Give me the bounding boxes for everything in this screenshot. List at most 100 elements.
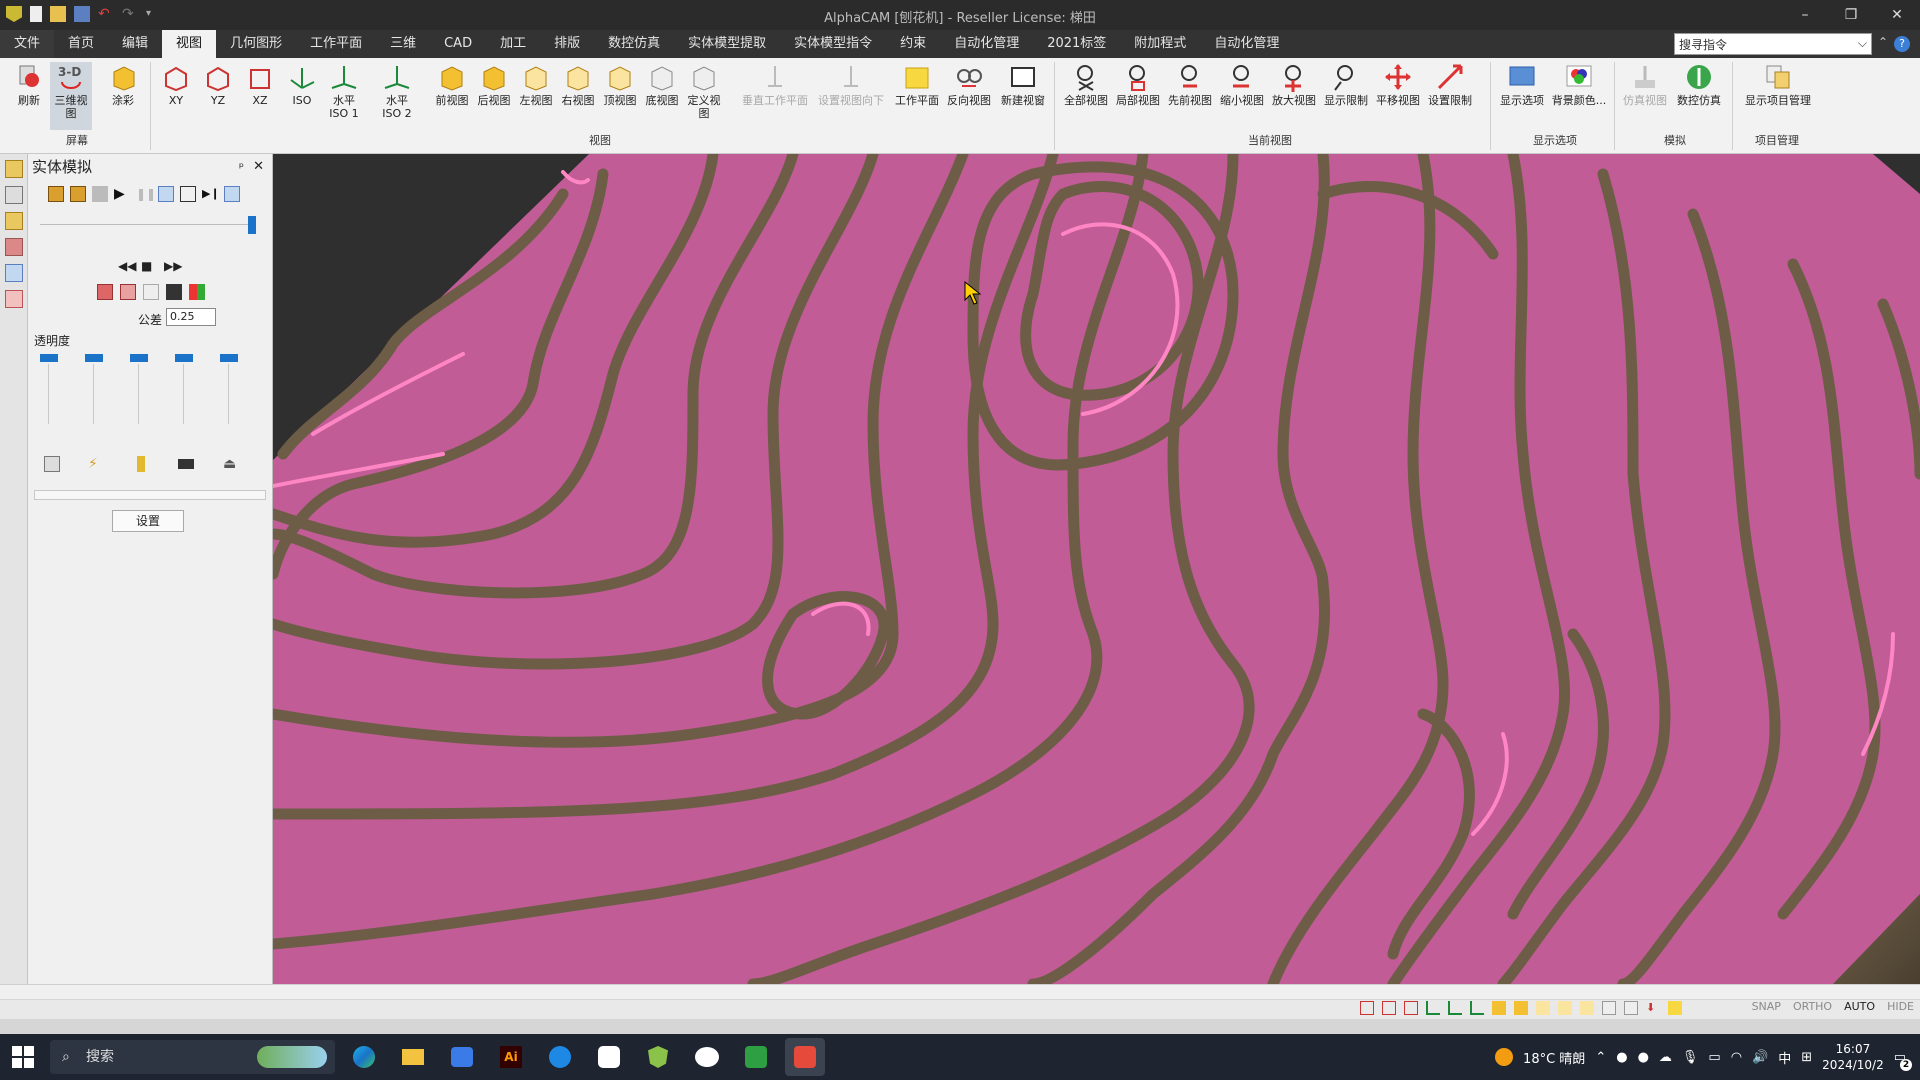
- view-hiso1-button[interactable]: 水平 ISO 1: [323, 62, 365, 120]
- status-cube-icon[interactable]: [1558, 1001, 1572, 1015]
- microphone-icon[interactable]: 🎙: [1682, 1050, 1699, 1065]
- sim-setup-icon[interactable]: [48, 186, 64, 202]
- view-right-button[interactable]: 右视图: [557, 62, 599, 107]
- status-view-icon[interactable]: [1360, 1001, 1374, 1015]
- speed-slider-track[interactable]: [40, 224, 250, 225]
- color-map-icon[interactable]: [189, 284, 205, 300]
- workplane-button[interactable]: 工作平面: [895, 62, 939, 107]
- transparency-slider-3[interactable]: [130, 354, 148, 362]
- status-iso-icon[interactable]: [1426, 1001, 1440, 1015]
- tab-automation-2[interactable]: 自动化管理: [1200, 30, 1293, 58]
- keyboard-grid-icon[interactable]: ⊞: [1801, 1050, 1812, 1065]
- view-xz-button[interactable]: XZ: [239, 62, 281, 107]
- status-iso-icon[interactable]: [1448, 1001, 1462, 1015]
- output-icon[interactable]: [4, 290, 23, 308]
- status-iso-icon[interactable]: [1470, 1001, 1484, 1015]
- edge-icon[interactable]: [344, 1038, 384, 1076]
- ime-indicator[interactable]: 中: [1778, 1048, 1791, 1067]
- pin-icon[interactable]: ᵖ: [239, 154, 244, 180]
- panel-close-icon[interactable]: ✕: [253, 154, 264, 180]
- cloud-icon[interactable]: ☁: [1659, 1050, 1672, 1065]
- tab-view[interactable]: 视图: [162, 30, 217, 58]
- qq-icon-2[interactable]: ●: [1638, 1050, 1649, 1065]
- battery-icon[interactable]: ▭: [1708, 1050, 1720, 1065]
- tab-solid-commands[interactable]: 实体模型指令: [780, 30, 886, 58]
- command-search-input[interactable]: 搜寻指令 ⌵: [1674, 33, 1872, 55]
- snap-toggle[interactable]: SNAP: [1752, 1000, 1781, 1013]
- reset-material-icon[interactable]: [143, 284, 159, 300]
- zoom-out-button[interactable]: 缩小视图: [1219, 62, 1265, 107]
- view-yz-button[interactable]: YZ: [197, 62, 239, 107]
- step-icon[interactable]: [180, 186, 196, 202]
- 3d-view-button[interactable]: 3-D 三维视图: [50, 62, 92, 130]
- refresh-button[interactable]: 刷新: [8, 62, 50, 107]
- define-view-button[interactable]: 定义视图: [683, 62, 725, 120]
- stop-square-icon[interactable]: ■: [141, 258, 157, 274]
- tab-edit[interactable]: 编辑: [108, 30, 162, 58]
- skip-icon[interactable]: ▶❙: [202, 186, 220, 202]
- camtasia-green-icon[interactable]: [736, 1038, 776, 1076]
- hide-toggle[interactable]: HIDE: [1887, 1000, 1914, 1013]
- tab-nesting[interactable]: 排版: [540, 30, 594, 58]
- status-cube-icon[interactable]: [1624, 1001, 1638, 1015]
- sim-options-icon[interactable]: [224, 186, 240, 202]
- tray-expand-icon[interactable]: ⌃: [1595, 1050, 1606, 1065]
- set-view-down-button[interactable]: 设置视图向下: [812, 62, 890, 107]
- sim-mode-icon[interactable]: [70, 186, 86, 202]
- tools-icon[interactable]: [4, 238, 23, 256]
- view-top-button[interactable]: 顶视图: [599, 62, 641, 107]
- pan-view-button[interactable]: 平移视图: [1375, 62, 1421, 107]
- show-limits-button[interactable]: 显示限制: [1323, 62, 1369, 107]
- status-cube-icon[interactable]: [1536, 1001, 1550, 1015]
- set-limits-button[interactable]: 设置限制: [1427, 62, 1473, 107]
- new-viewport-button[interactable]: 新建视窗: [998, 62, 1048, 107]
- status-view-icon[interactable]: [1404, 1001, 1418, 1015]
- restore-button[interactable]: ❐: [1828, 0, 1874, 30]
- qq-icon[interactable]: ●: [1616, 1050, 1627, 1065]
- v-app-icon[interactable]: [540, 1038, 580, 1076]
- status-cube-icon[interactable]: [1580, 1001, 1594, 1015]
- tab-geometry[interactable]: 几何图形: [216, 30, 296, 58]
- tab-3d[interactable]: 三维: [376, 30, 430, 58]
- view-back-button[interactable]: 后视图: [473, 62, 515, 107]
- transparency-slider-5[interactable]: [220, 354, 238, 362]
- layers-icon[interactable]: [4, 160, 23, 178]
- vertical-workplane-button[interactable]: 垂直工作平面: [736, 62, 814, 107]
- windows-start-icon[interactable]: [12, 1046, 34, 1068]
- rewind-icon[interactable]: ◀◀: [118, 258, 136, 274]
- view-xy-button[interactable]: XY: [155, 62, 197, 107]
- pause-icon[interactable]: ❚❚: [136, 186, 156, 202]
- simulation-view-button[interactable]: 仿真视图: [1620, 62, 1670, 107]
- shade-button[interactable]: 涂彩: [102, 62, 144, 107]
- tab-constraints[interactable]: 约束: [886, 30, 940, 58]
- background-color-button[interactable]: 背景颜色...: [1550, 62, 1608, 107]
- help-icon[interactable]: ?: [1894, 36, 1910, 52]
- file-explorer-icon[interactable]: [393, 1038, 433, 1076]
- status-workplane-icon[interactable]: [1668, 1001, 1682, 1015]
- tab-solid-extract[interactable]: 实体模型提取: [674, 30, 780, 58]
- status-view-icon[interactable]: [1382, 1001, 1396, 1015]
- photos-icon[interactable]: [589, 1038, 629, 1076]
- auto-toggle[interactable]: AUTO: [1844, 1000, 1875, 1013]
- notification-icon[interactable]: ▭ 2: [1894, 1050, 1912, 1071]
- tab-workplane[interactable]: 工作平面: [296, 30, 376, 58]
- status-cube-icon[interactable]: [1492, 1001, 1506, 1015]
- status-cube-icon[interactable]: [1514, 1001, 1528, 1015]
- zoom-window-button[interactable]: 局部视图: [1115, 62, 1161, 107]
- tab-2021-labels[interactable]: 2021标签: [1033, 30, 1120, 58]
- view-iso-button[interactable]: ISO: [281, 62, 323, 107]
- nc-simulation-button[interactable]: 数控仿真: [1674, 62, 1724, 107]
- view-front-button[interactable]: 前视图: [431, 62, 473, 107]
- tab-automation[interactable]: 自动化管理: [940, 30, 1033, 58]
- tab-file[interactable]: 文件: [0, 30, 55, 58]
- view-left-button[interactable]: 左视图: [515, 62, 557, 107]
- tab-nc-simulation[interactable]: 数控仿真: [594, 30, 674, 58]
- settings-button[interactable]: 设置: [112, 510, 184, 532]
- tolerance-input[interactable]: 0.25: [166, 308, 216, 326]
- volume-icon[interactable]: 🔊: [1752, 1050, 1768, 1065]
- tab-home[interactable]: 首页: [54, 30, 108, 58]
- chevron-down-icon[interactable]: ⌵: [1858, 36, 1867, 51]
- properties-icon[interactable]: [4, 186, 23, 204]
- weather-text[interactable]: 18°C 晴朗: [1523, 1048, 1585, 1067]
- tab-machining[interactable]: 加工: [486, 30, 540, 58]
